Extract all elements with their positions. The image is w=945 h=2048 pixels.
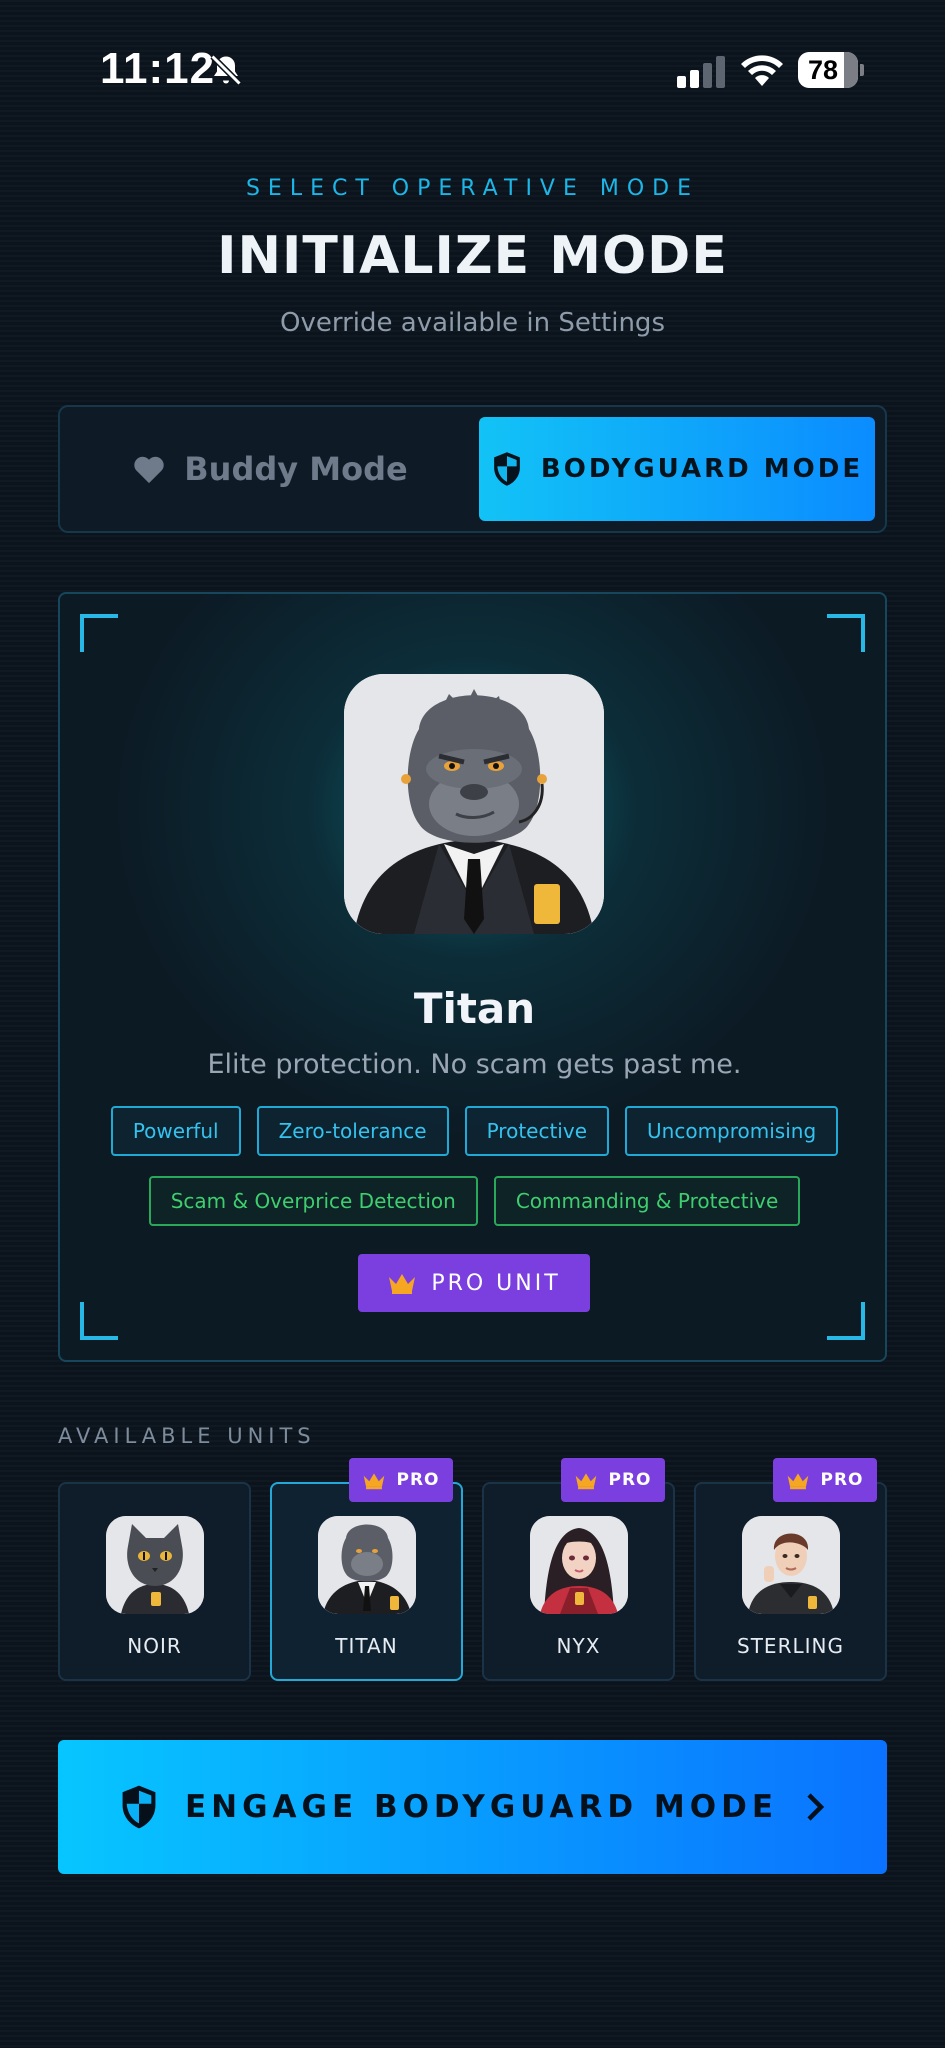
crown-icon	[788, 1472, 809, 1489]
titan-avatar	[318, 1516, 416, 1614]
chevron-right-icon	[807, 1793, 825, 1821]
page-subtitle: Override available in Settings	[280, 308, 665, 338]
frame-corner	[827, 614, 865, 652]
featured-unit-description: Elite protection. No scam gets past me.	[207, 1049, 742, 1080]
featured-unit-name: Titan	[413, 984, 536, 1033]
crown-icon	[576, 1472, 597, 1489]
trait-tag: Powerful	[110, 1106, 241, 1156]
unit-label: TITAN	[335, 1634, 398, 1658]
crown-icon	[364, 1472, 385, 1489]
cellular-signal-icon	[677, 56, 725, 88]
pro-badge-label: PRO	[396, 1470, 440, 1490]
clock: 11:12	[100, 44, 216, 93]
shield-icon	[122, 1785, 156, 1829]
pro-unit-label: PRO UNIT	[431, 1270, 561, 1296]
buddy-mode-button[interactable]: Buddy Mode	[70, 417, 470, 521]
battery-level: 78	[807, 55, 839, 85]
featured-unit-card: Titan Elite protection. No scam gets pas…	[58, 592, 887, 1362]
unit-label: NOIR	[127, 1634, 182, 1658]
buddy-mode-label: Buddy Mode	[184, 450, 408, 488]
frame-corner	[80, 614, 118, 652]
shield-icon	[494, 452, 520, 486]
ability-tags: Scam & Overprice Detection Commanding & …	[60, 1176, 885, 1226]
battery-indicator: 78	[798, 52, 864, 88]
trait-tag: Protective	[464, 1106, 610, 1156]
pro-badge: PRO	[561, 1458, 665, 1502]
engage-button-label: ENGAGE BODYGUARD MODE	[184, 1789, 779, 1825]
bodyguard-mode-button[interactable]: BODYGUARD MODE	[479, 417, 875, 521]
unit-label: STERLING	[737, 1634, 844, 1658]
status-bar: 11:12 78	[0, 0, 945, 140]
titan-avatar	[344, 674, 604, 934]
sterling-avatar	[742, 1516, 840, 1614]
pro-badge: PRO	[349, 1458, 453, 1502]
frame-corner	[827, 1302, 865, 1340]
bell-muted-icon	[210, 54, 242, 86]
pro-badge: PRO	[773, 1458, 877, 1502]
available-units-heading: AVAILABLE UNITS	[58, 1424, 316, 1448]
trait-tag: Uncompromising	[625, 1106, 839, 1156]
unit-label: NYX	[556, 1634, 601, 1658]
mode-toggle: Buddy Mode BODYGUARD MODE	[58, 405, 887, 533]
pro-badge-label: PRO	[820, 1470, 864, 1490]
unit-card-noir[interactable]: NOIR	[58, 1482, 251, 1681]
bodyguard-mode-label: BODYGUARD MODE	[540, 454, 864, 484]
pro-unit-badge: PRO UNIT	[358, 1254, 590, 1312]
engage-bodyguard-button[interactable]: ENGAGE BODYGUARD MODE	[58, 1740, 887, 1874]
frame-corner	[80, 1302, 118, 1340]
ability-tag: Scam & Overprice Detection	[148, 1176, 478, 1226]
page-title: INITIALIZE MODE	[217, 226, 728, 286]
unit-card-sterling[interactable]: PRO STERLING	[694, 1458, 887, 1681]
unit-card-titan[interactable]: PRO TITAN	[270, 1458, 463, 1681]
unit-card-nyx[interactable]: PRO NYX	[482, 1458, 675, 1681]
ability-tag: Commanding & Protective	[493, 1176, 801, 1226]
noir-avatar	[106, 1516, 204, 1614]
trait-tag: Zero-tolerance	[256, 1106, 449, 1156]
heart-icon	[134, 456, 164, 484]
crown-icon	[389, 1274, 416, 1294]
nyx-avatar	[530, 1516, 628, 1614]
wifi-icon	[741, 55, 783, 86]
page-eyebrow: SELECT OPERATIVE MODE	[245, 176, 700, 201]
trait-tags: Powerful Zero-tolerance Protective Uncom…	[60, 1106, 885, 1156]
pro-badge-label: PRO	[608, 1470, 652, 1490]
